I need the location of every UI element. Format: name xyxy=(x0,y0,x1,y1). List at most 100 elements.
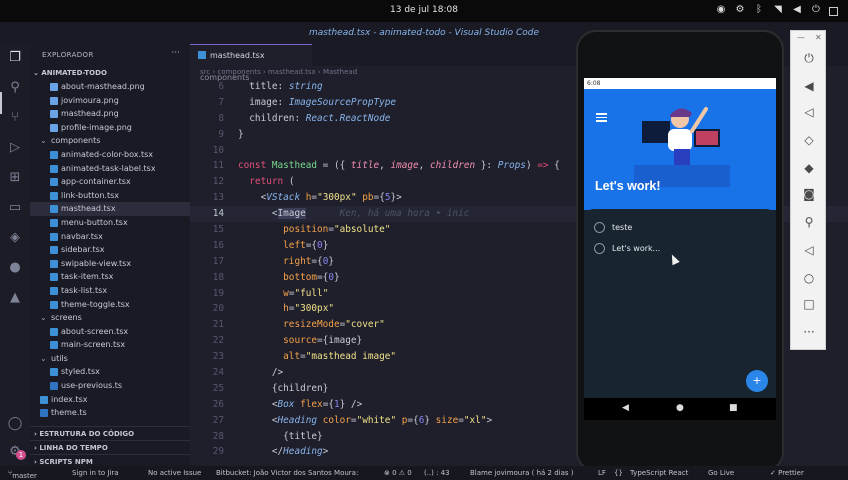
section-outline[interactable]: › ESTRUTURA DO CÓDIGO xyxy=(30,426,190,440)
git-blame[interactable]: Blame jovimoura ( há 2 dias ) xyxy=(470,469,574,477)
file-item[interactable]: theme-toggle.tsx xyxy=(30,298,190,312)
file-item[interactable]: about-screen.tsx xyxy=(30,325,190,339)
menu-hamburger-icon[interactable] xyxy=(596,113,607,122)
bluetooth-icon[interactable]: ᛒ xyxy=(753,3,765,17)
jira-signin[interactable]: Sign in to Jira xyxy=(72,469,119,477)
add-task-button[interactable]: + xyxy=(746,370,768,392)
tab-masthead[interactable]: masthead.tsx components xyxy=(190,44,312,82)
breadcrumb[interactable]: src › components › masthead.tsx › Masthe… xyxy=(200,68,357,76)
power-button-icon[interactable]: ⏻ xyxy=(800,49,818,67)
code-token: pb xyxy=(362,192,374,204)
tray-app-icon[interactable]: ◉ xyxy=(715,3,727,17)
project-folder[interactable]: ⌄ ANIMATED-TODO xyxy=(33,69,107,77)
file-item[interactable]: use-previous.ts xyxy=(30,379,190,393)
tree-item-label: styled.tsx xyxy=(61,367,100,377)
problems-status[interactable]: ⊗ 0 ⚠ 0 xyxy=(384,469,412,477)
home-button-icon[interactable]: ○ xyxy=(800,269,818,287)
file-item[interactable]: app-container.tsx xyxy=(30,175,190,189)
file-item[interactable]: styled.tsx xyxy=(30,365,190,379)
file-item[interactable]: profile-image.png xyxy=(30,121,190,135)
file-item[interactable]: jovimoura.png xyxy=(30,94,190,108)
back-nav-icon[interactable]: ◀ xyxy=(622,403,629,413)
line-number: 11 xyxy=(212,160,224,172)
tree-item-label: menu-button.tsx xyxy=(61,217,128,227)
github-icon[interactable]: ● xyxy=(7,260,23,276)
bitbucket-icon[interactable]: ◈ xyxy=(7,230,23,246)
search-icon[interactable]: ⚲ xyxy=(7,80,23,96)
file-item[interactable]: task-list.tsx xyxy=(30,284,190,298)
zoom-icon[interactable]: ⚲ xyxy=(800,213,818,231)
deploy-icon[interactable]: ▲ xyxy=(7,290,23,306)
more-options-icon[interactable]: ··· xyxy=(800,323,818,341)
go-live-button[interactable]: Go Live xyxy=(708,469,734,477)
back-button-icon[interactable]: ◁ xyxy=(800,241,818,259)
branch-status[interactable]: ⑂ master xyxy=(8,469,37,480)
project-name: ANIMATED-TODO xyxy=(41,69,107,77)
eol-status[interactable]: LF xyxy=(598,469,606,477)
file-item[interactable]: menu-button.tsx xyxy=(30,216,190,230)
screenshot-icon[interactable]: ◙ xyxy=(800,185,818,203)
remote-explorer-icon[interactable]: ▭ xyxy=(7,200,23,216)
section-timeline[interactable]: › LINHA DO TEMPO xyxy=(30,440,190,454)
folder-item[interactable]: ⌄ screens xyxy=(30,311,190,325)
task-checkbox[interactable] xyxy=(594,243,605,254)
code-text: position="absolute" xyxy=(238,222,390,238)
file-item[interactable]: animated-task-label.tsx xyxy=(30,162,190,176)
emulator-toolbar: — ✕ ⏻ ◀ ◁ ◇ ◆ ◙ ⚲ ◁ ○ □ ··· xyxy=(790,30,826,350)
section-npm-scripts[interactable]: › SCRIPTS NPM xyxy=(30,454,190,466)
hero-title: Let's work! xyxy=(595,179,661,193)
file-item[interactable]: task-item.tsx xyxy=(30,270,190,284)
tree-item-label: theme-toggle.tsx xyxy=(61,299,130,309)
volume-icon[interactable]: ◀ xyxy=(791,3,803,17)
line-number: 26 xyxy=(212,398,224,410)
file-item[interactable]: masthead.tsx xyxy=(30,202,190,216)
settings-icon[interactable]: ⚙ xyxy=(734,3,746,17)
more-actions-icon[interactable]: ··· xyxy=(171,48,180,58)
recents-nav-icon[interactable]: ■ xyxy=(729,403,738,413)
folder-item[interactable]: ⌄ utils xyxy=(30,352,190,366)
prettier-status[interactable]: ✓ Prettier xyxy=(770,469,804,477)
file-item[interactable]: masthead.png xyxy=(30,107,190,121)
power-icon[interactable]: ⏻ xyxy=(810,3,822,17)
wifi-icon[interactable]: ◥ xyxy=(772,3,784,17)
code-token: image: xyxy=(238,96,289,108)
bitbucket-status[interactable]: Bitbucket: João Victor dos Santos Moura: xyxy=(216,469,358,477)
window-icon[interactable] xyxy=(829,6,838,16)
file-item[interactable]: link-button.tsx xyxy=(30,189,190,203)
file-item[interactable]: about-masthead.png xyxy=(30,80,190,94)
volume-up-icon[interactable]: ◀ xyxy=(800,77,818,95)
file-item[interactable]: swipable-view.tsx xyxy=(30,257,190,271)
code-token: "300px" xyxy=(294,303,334,315)
account-icon[interactable]: ◯ xyxy=(7,416,23,432)
run-debug-icon[interactable]: ▷ xyxy=(7,140,23,156)
braces-status[interactable]: {} xyxy=(614,469,623,477)
file-item[interactable]: navbar.tsx xyxy=(30,230,190,244)
language-mode[interactable]: TypeScript React xyxy=(630,469,688,477)
rotate-left-icon[interactable]: ◇ xyxy=(800,131,818,149)
code-text: children: React.ReactNode xyxy=(238,111,390,127)
system-tray[interactable]: ◉ ⚙ ᛒ ◥ ◀ ⏻ xyxy=(715,3,838,17)
close-icon[interactable]: ✕ xyxy=(815,33,822,42)
active-issue[interactable]: No active Issue xyxy=(148,469,201,477)
emulator-screen[interactable]: 6:08 Let's work! teste Let's work... + ◀… xyxy=(584,78,776,420)
rotate-right-icon[interactable]: ◆ xyxy=(800,159,818,177)
overview-button-icon[interactable]: □ xyxy=(800,295,818,313)
task-checkbox[interactable] xyxy=(594,222,605,233)
home-nav-icon[interactable]: ● xyxy=(676,403,684,413)
minimize-icon[interactable]: — xyxy=(797,33,805,42)
task-label[interactable]: teste xyxy=(612,222,632,234)
file-item[interactable]: sidebar.tsx xyxy=(30,243,190,257)
file-item[interactable]: main-screen.tsx xyxy=(30,338,190,352)
code-token: "xl" xyxy=(463,414,487,426)
cursor-position[interactable]: (..) : 43 xyxy=(424,469,450,477)
file-item[interactable]: index.tsx xyxy=(30,393,190,407)
file-item[interactable]: animated-color-box.tsx xyxy=(30,148,190,162)
extensions-icon[interactable]: ⊞ xyxy=(7,170,23,186)
file-item[interactable]: theme.ts xyxy=(30,406,190,420)
task-label[interactable]: Let's work... xyxy=(612,243,660,255)
volume-down-icon[interactable]: ◁ xyxy=(800,103,818,121)
source-control-icon[interactable]: ⑂ xyxy=(7,110,23,126)
explorer-icon[interactable]: ❐ xyxy=(7,50,23,66)
folder-item[interactable]: ⌄ components xyxy=(30,134,190,148)
